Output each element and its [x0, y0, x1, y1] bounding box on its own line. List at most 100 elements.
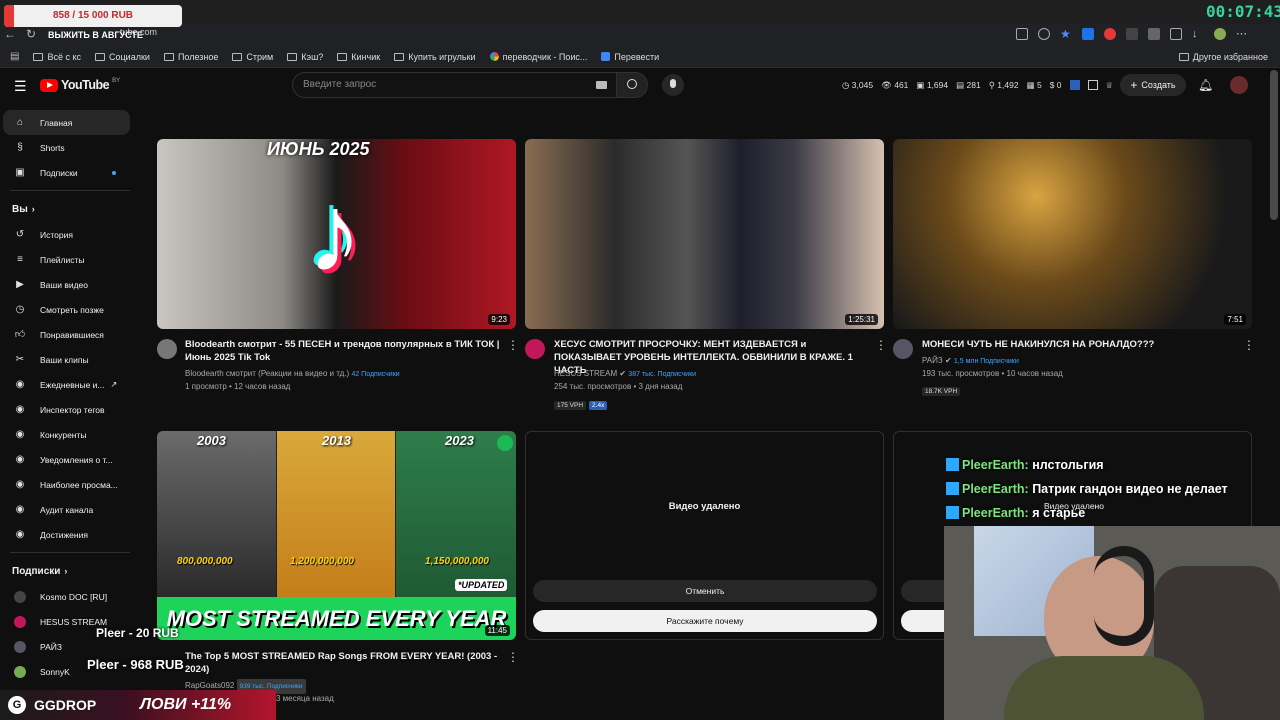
- bookmark-folder[interactable]: Кэш?: [287, 52, 323, 62]
- extension-icon: ◉: [15, 403, 25, 415]
- reload-icon[interactable]: ↻: [26, 27, 36, 41]
- bookmark-folder[interactable]: Социалки: [95, 52, 150, 62]
- search-button[interactable]: [616, 72, 648, 98]
- more-options-icon[interactable]: ⋮: [1243, 338, 1255, 352]
- keyboard-icon[interactable]: [596, 81, 607, 89]
- bookmark-folder[interactable]: Полезное: [163, 52, 218, 62]
- channel-name[interactable]: RapGoats092: [185, 681, 234, 690]
- more-options-icon[interactable]: ⋮: [507, 338, 519, 352]
- sidebar-item-tag-inspector[interactable]: ◉ Инспектор тегов: [0, 397, 140, 422]
- sidebar-item-channel-audit[interactable]: ◉ Аудит канала: [0, 497, 140, 522]
- notifications-bell-icon[interactable]: 🔔︎: [1198, 78, 1213, 92]
- youtube-logo[interactable]: YouTube BY: [40, 78, 120, 92]
- stat-item[interactable]: ▦ 5: [1027, 80, 1042, 91]
- sidebar-divider: [10, 552, 130, 553]
- sidebar-item-liked[interactable]: 👍︎ Понравившиеся: [0, 322, 140, 347]
- stat-item[interactable]: $ 0: [1050, 80, 1062, 91]
- channel-name[interactable]: РАЙЗ: [922, 356, 943, 365]
- more-options-icon[interactable]: ⋮: [507, 650, 519, 664]
- search-input[interactable]: Введите запрос: [292, 72, 618, 98]
- sidebar-item-clips[interactable]: ✂ Ваши клипы: [0, 347, 140, 372]
- bookmark-folder[interactable]: Кинчик: [337, 52, 380, 62]
- sidebar-item-playlists[interactable]: ≡ Плейлисты: [0, 247, 140, 272]
- channel-name[interactable]: HESUS STREAM: [554, 369, 617, 378]
- stat-item[interactable]: 👁 461: [881, 80, 908, 91]
- bookmark-folder[interactable]: Купить игрульки: [394, 52, 476, 62]
- video-thumbnail[interactable]: 2003 2013 2023 800,000,000 1,200,000,000…: [157, 431, 516, 640]
- extension-icon[interactable]: [1069, 80, 1080, 90]
- extension-icon: ◉: [15, 503, 25, 515]
- bookmark-link[interactable]: переводчик - Поис...: [489, 52, 587, 62]
- video-duration: 7:51: [1224, 314, 1246, 325]
- sidebar-item-competitors[interactable]: ◉ Конкуренты: [0, 422, 140, 447]
- hamburger-menu-icon[interactable]: ☰: [14, 78, 27, 95]
- video-thumbnail[interactable]: 1:25:31: [525, 139, 884, 329]
- star-icon[interactable]: ★: [1060, 28, 1072, 40]
- sidebar-section-you[interactable]: Вы ›: [0, 196, 140, 222]
- account-avatar[interactable]: [1230, 76, 1248, 94]
- ggdrop-banner: G GGDROP ЛОВИ +11%: [0, 690, 276, 720]
- thumb-panel: [396, 431, 516, 597]
- sidebar-section-subscriptions[interactable]: Подписки ›: [0, 558, 140, 584]
- undo-button[interactable]: Отменить: [533, 580, 877, 602]
- bookmark-other-folder[interactable]: Другое избранное: [1178, 52, 1268, 62]
- extension-icon: ◉: [15, 478, 25, 490]
- video-thumbnail[interactable]: ИЮНЬ 2025 ♪ 9:23: [157, 139, 516, 329]
- bookmark-folder[interactable]: Стрим: [232, 52, 273, 62]
- tab-action-icon[interactable]: [1016, 28, 1028, 40]
- back-icon[interactable]: ←: [4, 27, 16, 41]
- thumb-panel: [277, 431, 395, 597]
- sidebar-item-shorts[interactable]: § Shorts: [0, 135, 140, 160]
- bookmark-link[interactable]: Перевести: [601, 52, 659, 62]
- video-thumbnail[interactable]: 7:51: [893, 139, 1252, 329]
- sidebar-item-daily[interactable]: ◉ Ежедневные и... ↗: [0, 372, 140, 397]
- sidebar-item-watch-later[interactable]: ◷ Смотреть позже: [0, 297, 140, 322]
- folder-icon: [163, 52, 174, 61]
- page-scrollbar[interactable]: [1270, 70, 1278, 220]
- sidebar-item-achievements[interactable]: ◉ Достижения: [0, 522, 140, 547]
- sidebar-item-home[interactable]: ⌂ Главная: [3, 110, 130, 135]
- menu-icon[interactable]: ⋯: [1236, 28, 1248, 40]
- extension-icon[interactable]: [1104, 28, 1116, 40]
- sidebar-item-subscriptions[interactable]: ▣ Подписки: [0, 160, 140, 185]
- sidebar-item-most-viewed[interactable]: ◉ Наиболее просма...: [0, 472, 140, 497]
- extension-icon[interactable]: [1082, 28, 1094, 40]
- apps-icon[interactable]: ▤: [10, 51, 19, 62]
- channel-avatar[interactable]: [893, 339, 913, 359]
- stat-item[interactable]: ▤ 281: [956, 80, 981, 91]
- zoom-icon[interactable]: [1038, 28, 1050, 40]
- voice-search-button[interactable]: [662, 74, 684, 96]
- chat-message: PleerEarth: я старье: [946, 506, 1085, 520]
- trophy-icon[interactable]: ♕: [1106, 80, 1114, 91]
- channel-name[interactable]: Bloodearth смотрит (Реакции на видео и т…: [185, 369, 349, 378]
- sidebar-item-your-videos[interactable]: ▶ Ваши видео: [0, 272, 140, 297]
- sidebar-icon[interactable]: [1170, 28, 1182, 40]
- sidebar-item-history[interactable]: ↺ История: [0, 222, 140, 247]
- channel-avatar[interactable]: [157, 339, 177, 359]
- extension-icon[interactable]: [1126, 28, 1138, 40]
- address-bar[interactable]: ← ↻ tube.com ★ ↓ ⋯: [0, 24, 1280, 46]
- stat-item[interactable]: ⚲ 1,492: [989, 80, 1019, 91]
- donation-tip: Pleer - 968 RUB: [87, 657, 184, 672]
- sidebar-subscription-item[interactable]: Kosmo DOC [RU]: [0, 584, 140, 609]
- video-title[interactable]: The Top 5 MOST STREAMED Rap Songs FROM E…: [185, 650, 500, 676]
- folder-icon: [1178, 52, 1189, 61]
- extension-icon[interactable]: [1087, 80, 1098, 90]
- create-button[interactable]: + Создать: [1120, 74, 1186, 96]
- search-icon: [627, 79, 637, 89]
- stat-item[interactable]: ▣ 1,694: [916, 80, 948, 91]
- translate-icon: [601, 52, 611, 61]
- download-icon[interactable]: ↓: [1192, 28, 1204, 40]
- tell-us-why-button[interactable]: Расскажите почему: [533, 610, 877, 632]
- more-options-icon[interactable]: ⋮: [875, 338, 887, 352]
- profile-avatar[interactable]: [1214, 28, 1226, 40]
- channel-avatar[interactable]: [525, 339, 545, 359]
- stat-item[interactable]: ◷ 3,045: [842, 80, 873, 91]
- video-title[interactable]: МОНЕСИ ЧУТЬ НЕ НАКИНУЛСЯ НА РОНАЛДО???: [922, 338, 1237, 351]
- bookmark-folder[interactable]: Всё с кс: [33, 52, 81, 62]
- extension-icon[interactable]: [1148, 28, 1160, 40]
- video-title[interactable]: Bloodearth смотрит - 55 ПЕСЕН и трендов …: [185, 338, 500, 364]
- sidebar-item-notifications[interactable]: ◉ Уведомления о т...: [0, 447, 140, 472]
- folder-icon: [33, 52, 44, 61]
- video-deleted-text: Видео удалено: [668, 501, 741, 512]
